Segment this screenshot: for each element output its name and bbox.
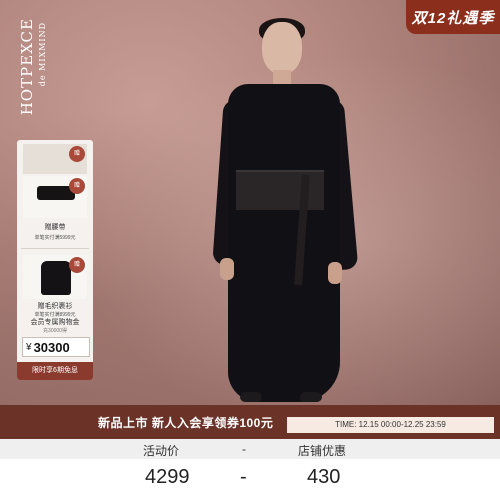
dash-separator-value: - (240, 466, 247, 488)
price-table-header: 活动价 - 店铺优惠 (0, 439, 500, 459)
promo-time: TIME: 12.15 00:00-12.25 23:59 (287, 417, 494, 433)
dash-separator: - (242, 442, 246, 456)
activity-price-value: 4299 (145, 466, 190, 488)
coat-icon (41, 261, 71, 295)
brand-subtitle: de MIXMIND (38, 22, 47, 87)
activity-price-label: 活动价 (143, 444, 180, 458)
price-table: 活动价 - 店铺优惠 4299 - 430 (0, 439, 500, 500)
belt-gift-thumbnail[interactable]: 赠 (23, 176, 87, 218)
gift-tag-badge: 赠 (69, 146, 85, 162)
promo-badge[interactable]: 双12礼遇季 (406, 0, 500, 34)
model-head (262, 22, 302, 74)
product-thumbnail[interactable]: 赠 (23, 144, 87, 174)
member-credit-subtitle: 充30000得 (43, 328, 67, 334)
promo-bar: 新品上市 新人入会享领券100元 TIME: 12.15 00:00-12.25… (0, 405, 500, 439)
member-credit-amount: 30300 (33, 339, 70, 355)
model-hand-right (328, 262, 342, 284)
belt-gift-label: 赠腰带 (44, 224, 66, 231)
brand-name: HOTPEXCE (18, 18, 36, 116)
member-credit-amount-box: ¥ 30300 (22, 337, 90, 357)
model-shoe-right (300, 392, 322, 402)
gift-tag-badge: 赠 (69, 178, 85, 194)
brand-logo: HOTPEXCE de MIXMIND (14, 18, 54, 128)
belt-gift-condition: 单笔实付满5999元 (34, 235, 76, 241)
black-dress (228, 84, 340, 402)
member-credit-title: 会员专属购物金 (30, 319, 80, 326)
coat-gift-thumbnail[interactable]: 赠 (23, 255, 87, 299)
coat-gift-label: 赠毛织裹衫 (37, 303, 73, 310)
promo-text: 新品上市 新人入会享领券100元 (98, 416, 274, 430)
model-shoe-left (240, 392, 262, 402)
gift-panel: 赠 赠 赠腰带 单笔实付满5999元 赠 赠毛织裹衫 单笔实付满8999元 会员… (17, 140, 93, 380)
installment-banner[interactable]: 限时享6期免息 (17, 362, 93, 380)
divider (21, 248, 89, 249)
gift-tag-badge: 赠 (69, 257, 85, 273)
store-discount-label: 店铺优惠 (298, 444, 347, 458)
currency-symbol: ¥ (26, 341, 32, 353)
store-discount-value: 430 (307, 466, 341, 488)
leather-belt (236, 170, 324, 210)
model-hand-left (220, 258, 234, 280)
